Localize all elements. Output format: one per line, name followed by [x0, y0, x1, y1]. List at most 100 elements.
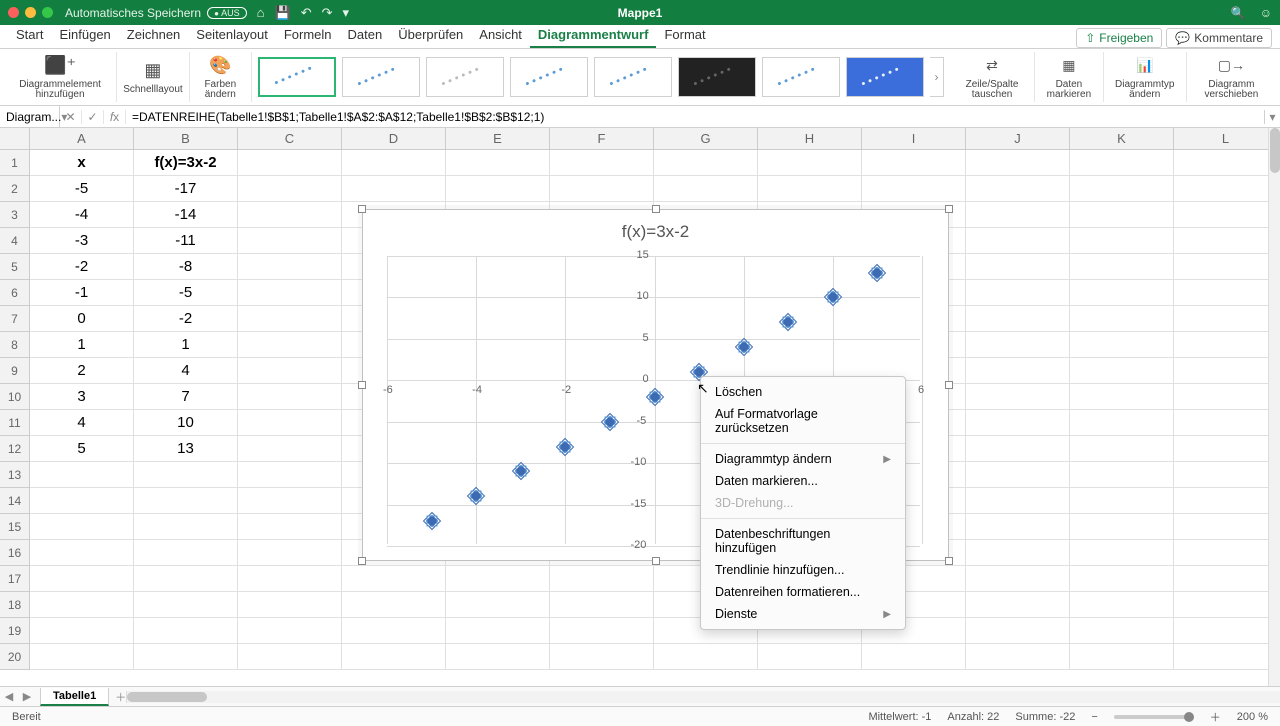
- resize-handle[interactable]: [945, 205, 953, 213]
- cell[interactable]: 0: [30, 306, 134, 332]
- row-header[interactable]: 8: [0, 332, 30, 358]
- sheet-next-icon[interactable]: ▶: [18, 690, 36, 703]
- cell[interactable]: [1070, 462, 1174, 488]
- context-menu-item[interactable]: Trendlinie hinzufügen...: [701, 559, 905, 581]
- row-header[interactable]: 12: [0, 436, 30, 462]
- context-menu-item[interactable]: Diagrammtyp ändern▶: [701, 448, 905, 470]
- cell[interactable]: [550, 618, 654, 644]
- cell[interactable]: -14: [134, 202, 238, 228]
- column-headers[interactable]: ABCDEFGHIJKL: [30, 128, 1268, 150]
- select-all-triangle[interactable]: [0, 128, 30, 150]
- cell[interactable]: [238, 202, 342, 228]
- column-header[interactable]: A: [30, 128, 134, 150]
- cell[interactable]: [1070, 436, 1174, 462]
- cell[interactable]: 4: [134, 358, 238, 384]
- share-button[interactable]: ⇧Freigeben: [1076, 28, 1162, 48]
- data-point[interactable]: [737, 341, 750, 354]
- tab-start[interactable]: Start: [8, 23, 51, 48]
- cell[interactable]: [758, 644, 862, 670]
- cell[interactable]: -17: [134, 176, 238, 202]
- resize-handle[interactable]: [945, 381, 953, 389]
- cell[interactable]: [966, 436, 1070, 462]
- cell[interactable]: [550, 150, 654, 176]
- chart-style-7[interactable]: ●●●●●●: [762, 57, 840, 97]
- row-header[interactable]: 6: [0, 280, 30, 306]
- switch-row-column-button[interactable]: ⇄ Zeile/Spalte tauschen: [950, 52, 1035, 102]
- cell[interactable]: [238, 514, 342, 540]
- data-point[interactable]: [604, 415, 617, 428]
- cell[interactable]: [30, 644, 134, 670]
- row-header[interactable]: 16: [0, 540, 30, 566]
- cell[interactable]: [966, 488, 1070, 514]
- cell[interactable]: [1070, 410, 1174, 436]
- qat-customize-icon[interactable]: ▾: [343, 5, 350, 21]
- row-header[interactable]: 20: [0, 644, 30, 670]
- chart-style-2[interactable]: ●●●●●●: [342, 57, 420, 97]
- cell[interactable]: [446, 618, 550, 644]
- cell[interactable]: [1070, 332, 1174, 358]
- add-sheet-button[interactable]: ＋: [115, 689, 126, 705]
- cell[interactable]: [238, 228, 342, 254]
- change-chart-type-button[interactable]: 📊 Diagrammtyp ändern: [1104, 52, 1187, 102]
- column-header[interactable]: L: [1174, 128, 1278, 150]
- chart-style-4[interactable]: ●●●●●●: [510, 57, 588, 97]
- cell[interactable]: [1070, 618, 1174, 644]
- row-header[interactable]: 7: [0, 306, 30, 332]
- cell[interactable]: [550, 592, 654, 618]
- cell[interactable]: [342, 592, 446, 618]
- column-header[interactable]: F: [550, 128, 654, 150]
- add-chart-element-button[interactable]: ⬛⁺ Diagrammelement hinzufügen: [4, 52, 117, 102]
- cell[interactable]: [966, 384, 1070, 410]
- style-gallery-more[interactable]: ›: [930, 57, 944, 97]
- row-header[interactable]: 5: [0, 254, 30, 280]
- cell[interactable]: [862, 644, 966, 670]
- cell[interactable]: [966, 410, 1070, 436]
- account-icon[interactable]: ☺︎: [1260, 6, 1272, 20]
- cell[interactable]: -11: [134, 228, 238, 254]
- cell[interactable]: [134, 566, 238, 592]
- fx-icon[interactable]: fx: [104, 110, 126, 124]
- cell[interactable]: [1174, 306, 1278, 332]
- resize-handle[interactable]: [358, 205, 366, 213]
- cell[interactable]: [1070, 228, 1174, 254]
- row-headers[interactable]: 1234567891011121314151617181920: [0, 150, 30, 670]
- accept-formula-icon[interactable]: ✓: [82, 110, 104, 124]
- cell[interactable]: [550, 644, 654, 670]
- cell[interactable]: [1070, 566, 1174, 592]
- cell[interactable]: 13: [134, 436, 238, 462]
- tab-seitenlayout[interactable]: Seitenlayout: [188, 23, 276, 48]
- column-header[interactable]: I: [862, 128, 966, 150]
- cell[interactable]: [134, 488, 238, 514]
- cell[interactable]: [1070, 358, 1174, 384]
- tab-überprüfen[interactable]: Überprüfen: [390, 23, 471, 48]
- cell[interactable]: 1: [134, 332, 238, 358]
- search-icon[interactable]: 🔍: [1231, 6, 1246, 20]
- cell[interactable]: f(x)=3x-2: [134, 150, 238, 176]
- cell[interactable]: [966, 358, 1070, 384]
- cell[interactable]: [446, 176, 550, 202]
- cell[interactable]: [1174, 280, 1278, 306]
- cell[interactable]: [1174, 644, 1278, 670]
- cell[interactable]: [1070, 202, 1174, 228]
- cell[interactable]: [1174, 592, 1278, 618]
- column-header[interactable]: E: [446, 128, 550, 150]
- cell[interactable]: [30, 618, 134, 644]
- cell[interactable]: [1174, 488, 1278, 514]
- column-header[interactable]: B: [134, 128, 238, 150]
- cell[interactable]: [342, 566, 446, 592]
- fullscreen-icon[interactable]: [42, 7, 53, 18]
- row-header[interactable]: 15: [0, 514, 30, 540]
- cell[interactable]: -3: [30, 228, 134, 254]
- cell[interactable]: [758, 176, 862, 202]
- cell[interactable]: [1070, 384, 1174, 410]
- cell[interactable]: [966, 306, 1070, 332]
- cell[interactable]: [966, 540, 1070, 566]
- row-header[interactable]: 14: [0, 488, 30, 514]
- row-header[interactable]: 18: [0, 592, 30, 618]
- move-chart-button[interactable]: ▢→ Diagramm verschieben: [1187, 52, 1276, 102]
- cell[interactable]: x: [30, 150, 134, 176]
- formula-input[interactable]: =DATENREIHE(Tabelle1!$B$1;Tabelle1!$A$2:…: [126, 110, 1264, 124]
- cell[interactable]: 5: [30, 436, 134, 462]
- cell[interactable]: [1174, 202, 1278, 228]
- chart-style-3[interactable]: ●●●●●●: [426, 57, 504, 97]
